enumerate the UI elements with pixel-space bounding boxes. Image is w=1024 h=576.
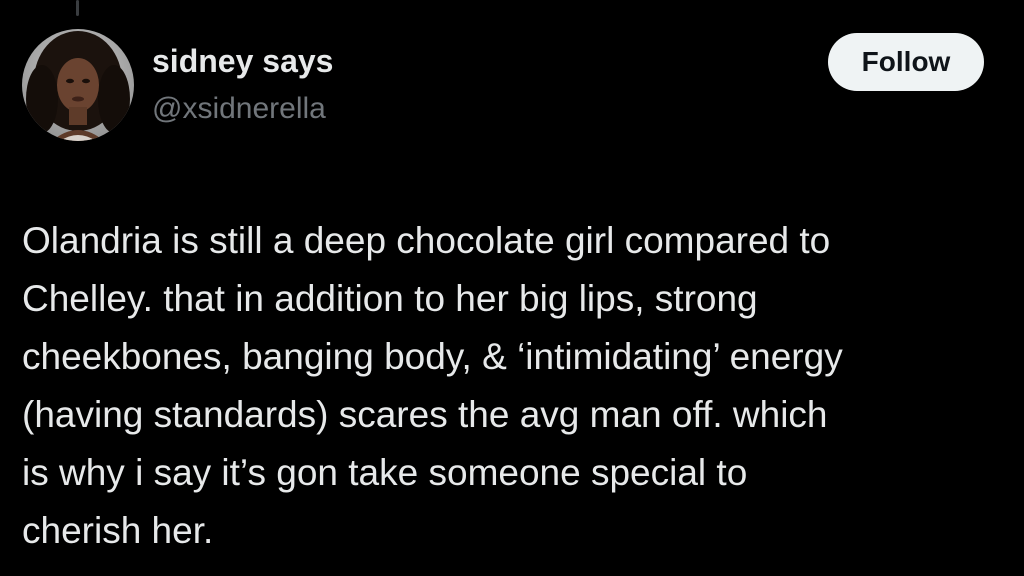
follow-button[interactable]: Follow [828,33,984,91]
tweet-text-line: Olandria is still a deep chocolate girl … [22,220,831,261]
thread-connector-line [76,0,79,16]
tweet-text-line: cherish her. [22,510,214,551]
tweet-text-line: (having standards) scares the avg man of… [22,394,828,435]
author-handle[interactable]: @xsidnerella [152,92,326,126]
avatar[interactable] [22,29,134,141]
tweet-text-line: is why i say it’s gon take someone speci… [22,452,748,493]
avatar-image [22,29,134,141]
tweet-text: Olandria is still a deep chocolate girl … [22,212,1002,560]
author-display-name[interactable]: sidney says [152,43,333,80]
tweet-text-line: Chelley. that in addition to her big lip… [22,278,758,319]
tweet-text-line: cheekbones, banging body, & ‘intimidatin… [22,336,843,377]
